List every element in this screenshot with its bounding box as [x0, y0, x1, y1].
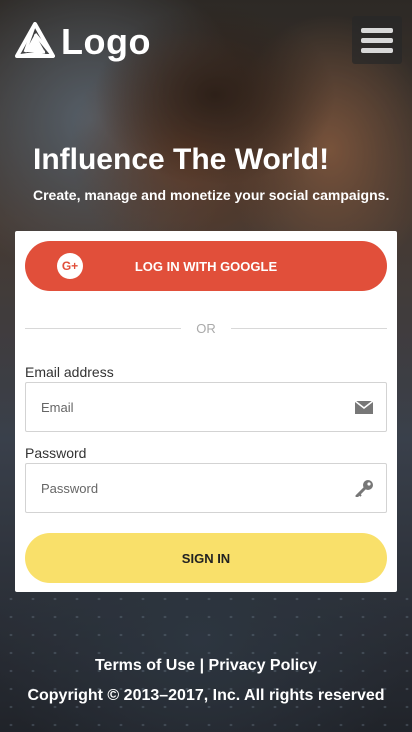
logo[interactable]: Logo — [15, 20, 151, 64]
header: Logo — [0, 0, 412, 86]
sign-in-button[interactable]: SIGN IN — [25, 533, 387, 583]
logo-text: Logo — [61, 21, 151, 62]
copyright-text: Copyright © 2013–2017, Inc. All rights r… — [27, 687, 385, 704]
google-login-label: LOG IN WITH GOOGLE — [134, 259, 278, 274]
google-login-button[interactable]: G+ LOG IN WITH GOOGLE — [25, 241, 387, 291]
footer-separator: | — [199, 657, 205, 674]
email-input[interactable] — [26, 383, 346, 431]
hero-subtitle: Create, manage and monetize your social … — [33, 187, 390, 203]
menu-bar — [361, 47, 393, 53]
terms-link[interactable]: Terms of Use — [95, 657, 195, 674]
envelope-icon — [354, 400, 374, 414]
email-field-wrapper — [25, 382, 387, 432]
privacy-link[interactable]: Privacy Policy — [209, 657, 318, 674]
key-icon — [355, 480, 373, 497]
triangle-logo-icon — [15, 22, 55, 58]
login-card: G+ LOG IN WITH GOOGLE OR Email address P… — [15, 231, 397, 592]
hamburger-menu-icon[interactable] — [352, 16, 402, 64]
password-label: Password — [25, 445, 87, 461]
password-field-wrapper — [25, 463, 387, 513]
hero-title: Influence The World! — [33, 143, 330, 176]
footer-links: Terms of Use | Privacy Policy — [0, 657, 412, 675]
email-label: Email address — [25, 364, 114, 380]
or-divider: OR — [25, 319, 387, 339]
menu-bar — [361, 37, 393, 43]
menu-bar — [361, 27, 393, 33]
divider-line — [231, 328, 387, 329]
password-input[interactable] — [26, 464, 346, 512]
